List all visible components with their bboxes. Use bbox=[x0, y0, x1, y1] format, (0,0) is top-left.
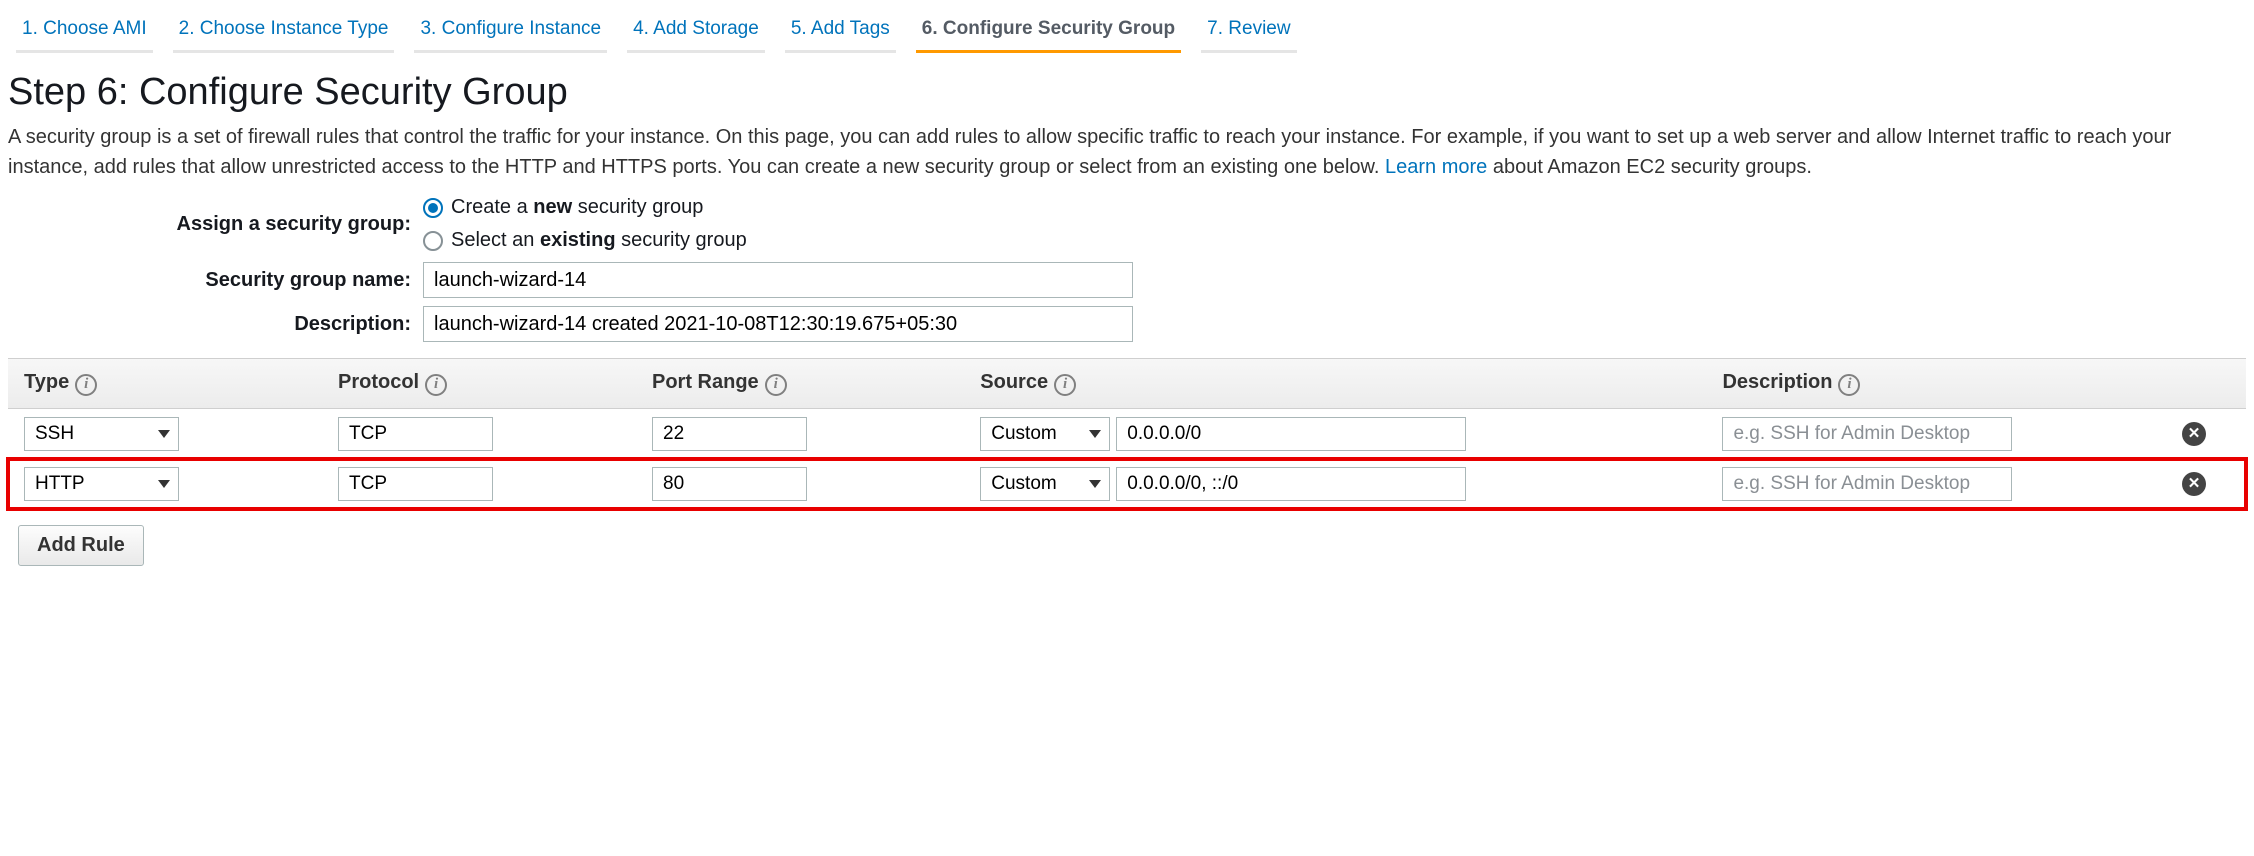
wizard-step-review[interactable]: 7. Review bbox=[1201, 12, 1296, 53]
intro-text: A security group is a set of firewall ru… bbox=[8, 122, 2246, 182]
learn-more-link[interactable]: Learn more bbox=[1385, 156, 1487, 178]
radio-icon bbox=[423, 231, 443, 251]
page-title: Step 6: Configure Security Group bbox=[8, 71, 2246, 114]
rule-source-mode-select[interactable]: Custom bbox=[980, 417, 1110, 451]
rules-table: Typei Protocoli Port Rangei Sourcei Desc… bbox=[8, 358, 2246, 509]
info-icon[interactable]: i bbox=[765, 374, 787, 396]
info-icon[interactable]: i bbox=[425, 374, 447, 396]
radio-create-label: Create a new security group bbox=[451, 196, 703, 219]
info-icon[interactable]: i bbox=[1838, 374, 1860, 396]
radio-create-new[interactable]: Create a new security group bbox=[423, 196, 747, 219]
remove-rule-icon[interactable]: ✕ bbox=[2182, 422, 2206, 446]
info-icon[interactable]: i bbox=[1054, 374, 1076, 396]
rule-source-mode-select[interactable]: Custom bbox=[980, 467, 1110, 501]
rule-type-select[interactable]: SSH bbox=[24, 417, 179, 451]
rule-source-value-input[interactable] bbox=[1116, 417, 1466, 451]
radio-select-label: Select an existing security group bbox=[451, 229, 747, 252]
rule-port-range-input[interactable] bbox=[652, 467, 807, 501]
security-group-name-label: Security group name: bbox=[8, 269, 423, 292]
radio-icon bbox=[423, 198, 443, 218]
rule-description-input[interactable] bbox=[1722, 467, 2012, 501]
assign-security-group-label: Assign a security group: bbox=[8, 213, 423, 236]
rule-protocol-input[interactable] bbox=[338, 467, 493, 501]
rule-protocol-input[interactable] bbox=[338, 417, 493, 451]
rule-type-select[interactable]: HTTP bbox=[24, 467, 179, 501]
security-group-description-label: Description: bbox=[8, 313, 423, 336]
security-group-description-row: Description: bbox=[8, 306, 2246, 342]
wizard-step-configure-security-group[interactable]: 6. Configure Security Group bbox=[916, 12, 1181, 53]
rule-port-range-input[interactable] bbox=[652, 417, 807, 451]
info-icon[interactable]: i bbox=[75, 374, 97, 396]
wizard-step-choose-ami[interactable]: 1. Choose AMI bbox=[16, 12, 153, 53]
rule-source-value-input[interactable] bbox=[1116, 467, 1466, 501]
wizard-nav: 1. Choose AMI 2. Choose Instance Type 3.… bbox=[8, 8, 2246, 53]
security-group-name-row: Security group name: bbox=[8, 262, 2246, 298]
remove-rule-icon[interactable]: ✕ bbox=[2182, 472, 2206, 496]
wizard-step-add-tags[interactable]: 5. Add Tags bbox=[785, 12, 896, 53]
add-rule-button[interactable]: Add Rule bbox=[18, 525, 144, 566]
security-group-name-input[interactable] bbox=[423, 262, 1133, 298]
table-row: SSH Custom ✕ bbox=[8, 408, 2246, 459]
radio-select-existing[interactable]: Select an existing security group bbox=[423, 229, 747, 252]
table-row: HTTP Custom ✕ bbox=[8, 459, 2246, 509]
col-header-source: Sourcei bbox=[964, 359, 1706, 409]
wizard-step-add-storage[interactable]: 4. Add Storage bbox=[627, 12, 765, 53]
col-header-type: Typei bbox=[8, 359, 322, 409]
col-header-port-range: Port Rangei bbox=[636, 359, 964, 409]
assign-security-group-row: Assign a security group: Create a new se… bbox=[8, 194, 2246, 254]
intro-part2: about Amazon EC2 security groups. bbox=[1487, 156, 1812, 178]
security-group-description-input[interactable] bbox=[423, 306, 1133, 342]
rule-description-input[interactable] bbox=[1722, 417, 2012, 451]
wizard-step-choose-instance-type[interactable]: 2. Choose Instance Type bbox=[173, 12, 395, 53]
intro-part1: A security group is a set of firewall ru… bbox=[8, 126, 2171, 178]
col-header-protocol: Protocoli bbox=[322, 359, 636, 409]
col-header-description: Descriptioni bbox=[1706, 359, 2166, 409]
wizard-step-configure-instance[interactable]: 3. Configure Instance bbox=[414, 12, 607, 53]
